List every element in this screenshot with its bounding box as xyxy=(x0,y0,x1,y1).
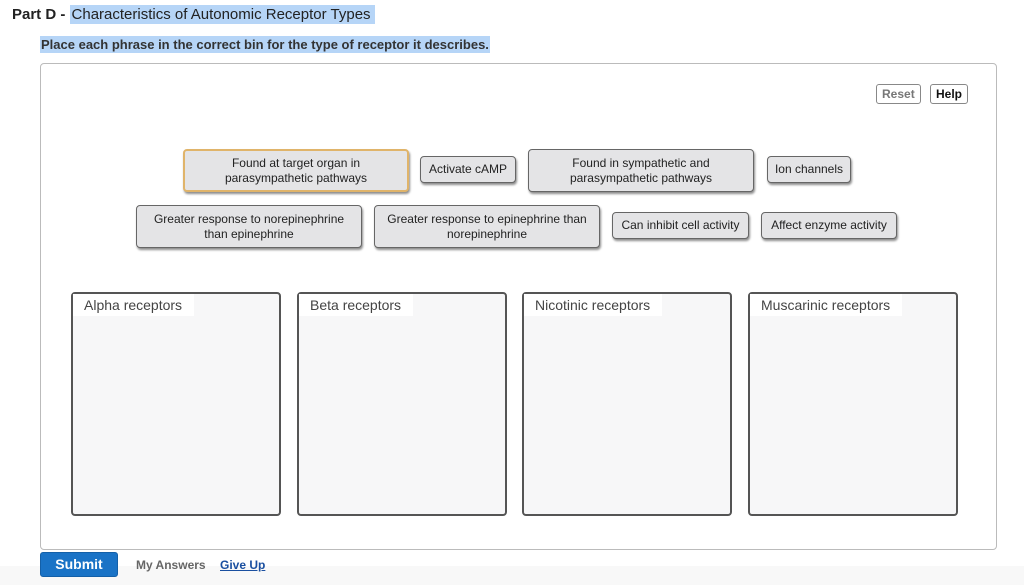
phrase-chip[interactable]: Greater response to epinephrine than nor… xyxy=(374,205,600,248)
help-button[interactable]: Help xyxy=(930,84,969,104)
phrase-chip[interactable]: Ion channels xyxy=(767,156,851,183)
phrase-chip[interactable]: Found in sympathetic and parasympathetic… xyxy=(528,149,754,192)
bin-muscarinic-receptors[interactable]: Muscarinic receptors xyxy=(748,292,958,516)
bin-beta-receptors[interactable]: Beta receptors xyxy=(297,292,507,516)
reset-button[interactable]: Reset xyxy=(876,84,921,104)
give-up-link[interactable]: Give Up xyxy=(220,558,265,572)
phrase-chip[interactable]: Activate cAMP xyxy=(420,156,516,183)
bin-alpha-receptors[interactable]: Alpha receptors xyxy=(71,292,281,516)
part-title: Part D - Characteristics of Autonomic Re… xyxy=(12,5,375,24)
phrase-chip[interactable]: Can inhibit cell activity xyxy=(612,212,749,239)
bin-label: Beta receptors xyxy=(299,294,414,316)
phrase-chip[interactable]: Affect enzyme activity xyxy=(761,212,897,239)
part-title-text: Characteristics of Autonomic Receptor Ty… xyxy=(69,5,375,24)
bin-nicotinic-receptors[interactable]: Nicotinic receptors xyxy=(522,292,732,516)
submit-button[interactable]: Submit xyxy=(40,552,118,577)
phrase-chip[interactable]: Greater response to norepinephrine than … xyxy=(136,205,362,248)
bin-label: Muscarinic receptors xyxy=(750,294,903,316)
phrase-chip[interactable]: Found at target organ in parasympathetic… xyxy=(183,149,409,192)
instructions: Place each phrase in the correct bin for… xyxy=(40,36,490,53)
my-answers-label: My Answers xyxy=(136,558,206,572)
bin-label: Nicotinic receptors xyxy=(524,294,663,316)
drag-drop-panel: Reset Help Found at target organ in para… xyxy=(40,63,997,550)
bin-label: Alpha receptors xyxy=(73,294,195,316)
part-label: Part D - xyxy=(12,6,66,23)
